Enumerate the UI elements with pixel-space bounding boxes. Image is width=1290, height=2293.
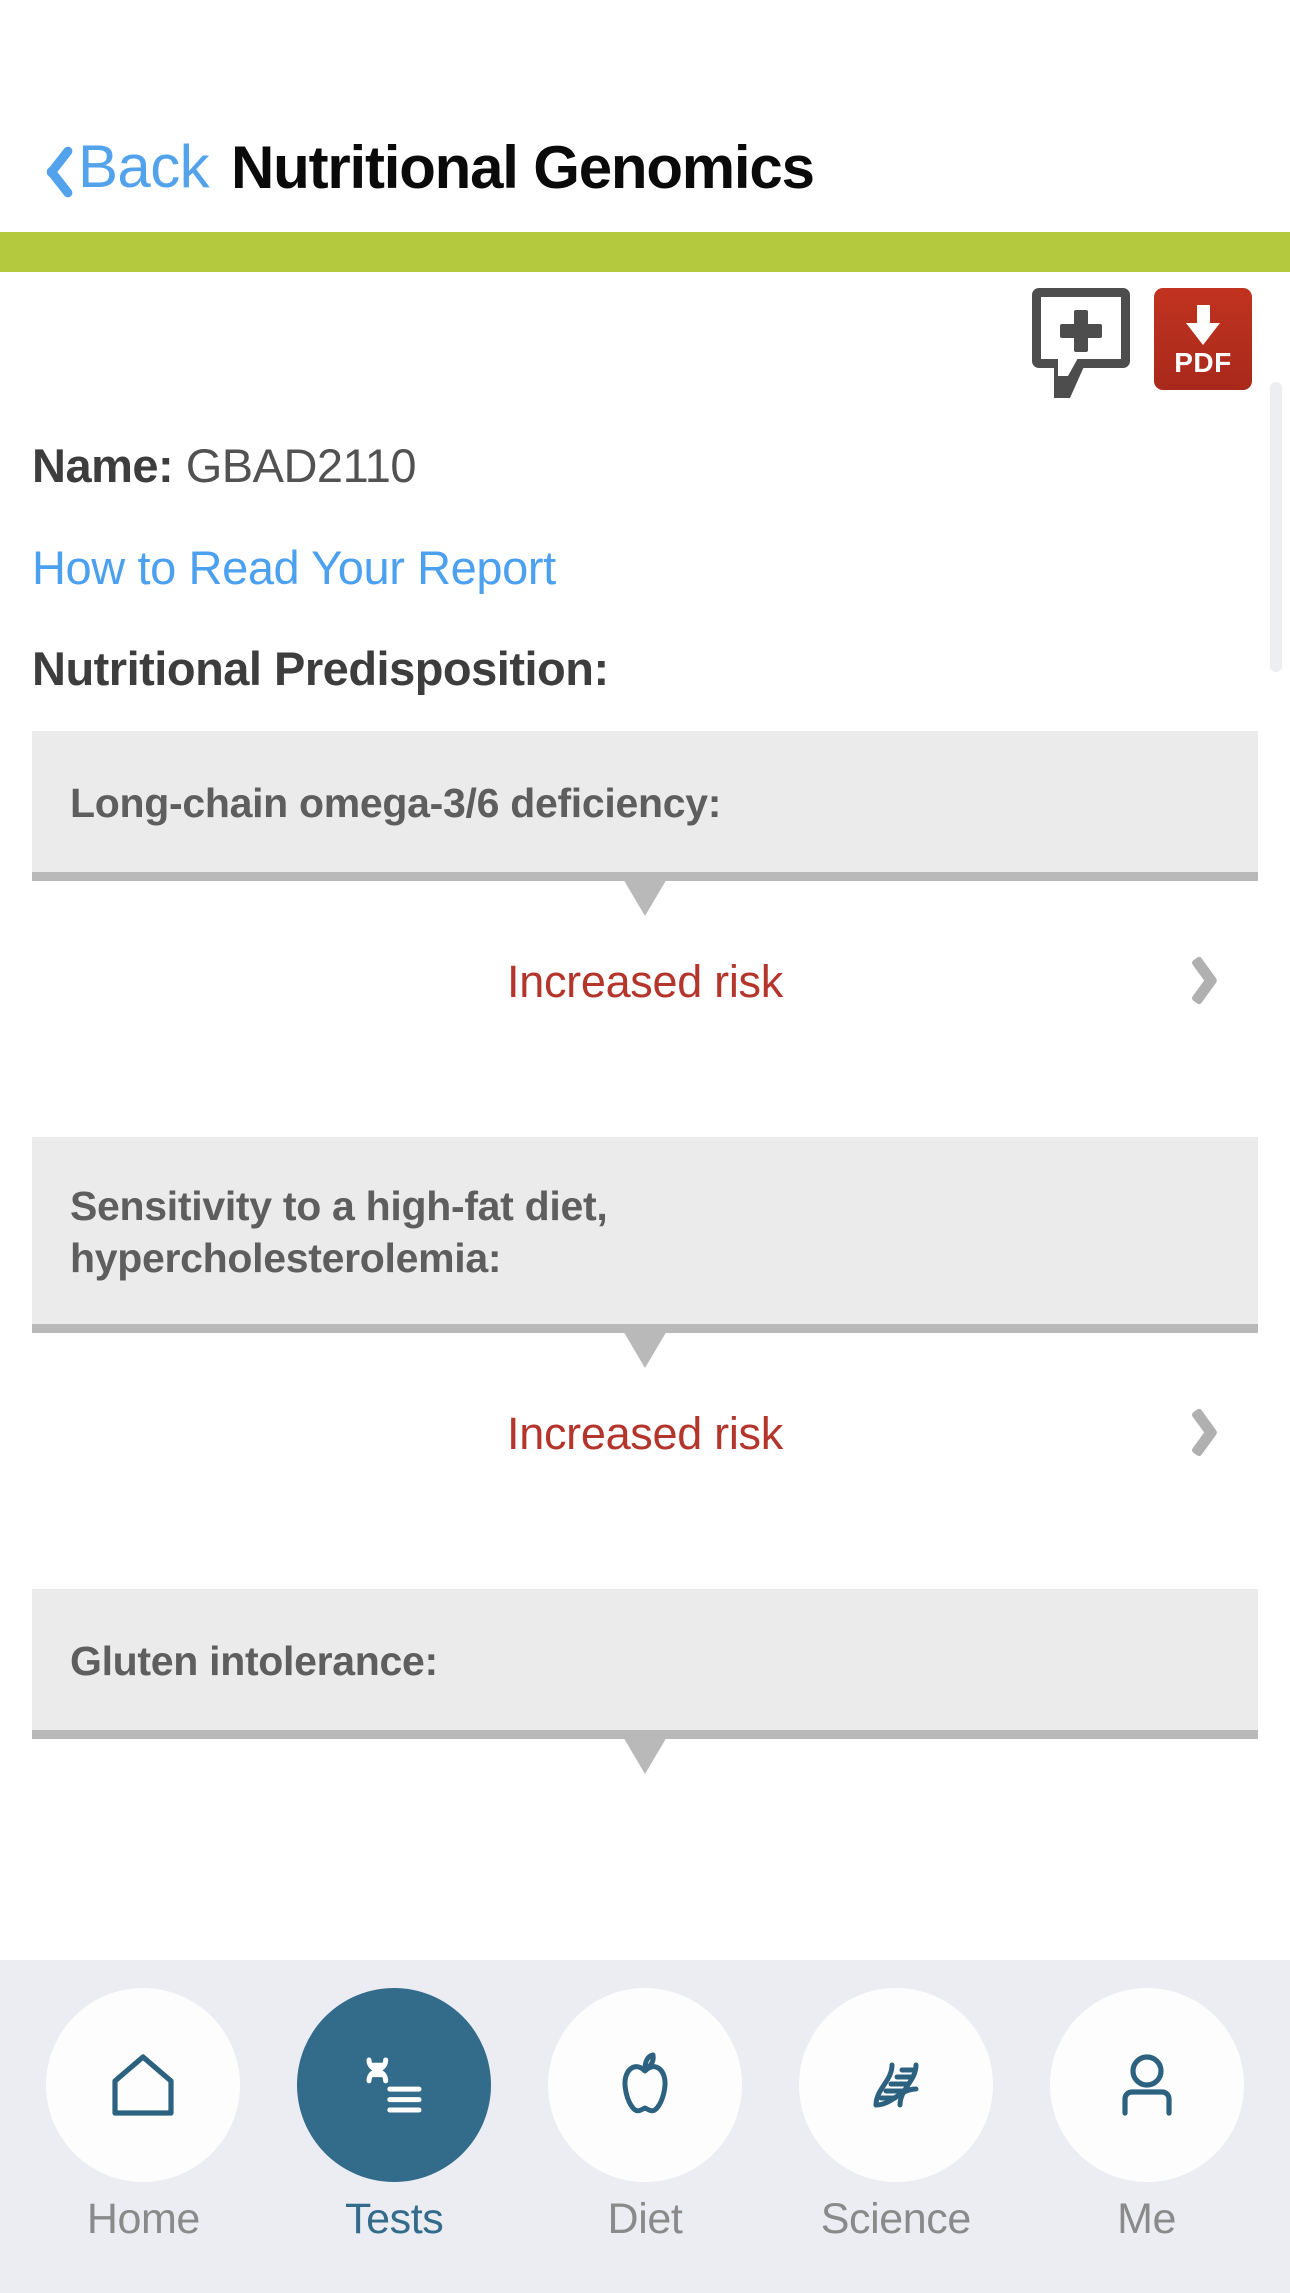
how-to-read-report-link[interactable]: How to Read Your Report	[32, 541, 556, 594]
results-list: Long-chain omega-3/6 deficiency: Increas…	[32, 731, 1258, 1939]
tab-me-label: Me	[1117, 2195, 1177, 2243]
back-button-label: Back	[78, 133, 210, 200]
tab-diet-label: Diet	[607, 2195, 683, 2243]
tab-science[interactable]: Science	[796, 1988, 996, 2241]
navigation-bar: Back Nutritional Genomics	[0, 0, 1290, 232]
report-name-label: Name:	[32, 439, 174, 492]
result-condition-card: Long-chain omega-3/6 deficiency:	[32, 731, 1258, 917]
report-name-value: GBAD2110	[185, 439, 417, 492]
back-button[interactable]: Back	[30, 133, 210, 200]
chevron-left-icon	[30, 136, 74, 198]
dna-list-icon	[366, 2057, 422, 2113]
tab-science-circle	[798, 1988, 993, 2182]
tab-home-label: Home	[86, 2195, 201, 2243]
person-icon	[1121, 2054, 1172, 2116]
plus-icon-horizontal	[1060, 324, 1102, 338]
tab-diet[interactable]: Diet	[545, 1988, 745, 2241]
vertical-scrollbar[interactable]	[1270, 382, 1282, 672]
add-note-button[interactable]	[1032, 288, 1130, 398]
result-condition-card: Gluten intolerance:	[32, 1589, 1258, 1775]
tab-home-circle	[46, 1988, 241, 2182]
apple-icon	[622, 2052, 668, 2114]
tab-tests-circle	[297, 1988, 492, 2182]
section-title-nutritional-predisposition: Nutritional Predisposition:	[32, 642, 609, 696]
speech-bubble-tail-inner	[1058, 358, 1078, 376]
chevron-right-icon[interactable]	[1194, 1404, 1234, 1462]
result-item: Sensitivity to a high-fat diet, hypercho…	[32, 1137, 1258, 1533]
tab-me-circle	[1049, 1988, 1244, 2182]
result-condition-label: Sensitivity to a high-fat diet, hypercho…	[70, 1183, 608, 1281]
result-condition-card: Sensitivity to a high-fat diet, hypercho…	[32, 1137, 1258, 1369]
result-risk-row[interactable]: Increased risk	[32, 1333, 1258, 1533]
page-title: Nutritional Genomics	[231, 134, 815, 201]
chevron-right-icon[interactable]	[1194, 952, 1234, 1010]
result-item: Gluten intolerance:	[32, 1589, 1258, 1939]
result-condition-label: Long-chain omega-3/6 deficiency:	[70, 779, 722, 826]
report-name-row: Name: GBAD2110	[32, 440, 1258, 492]
home-icon	[112, 2054, 174, 2116]
tab-diet-circle	[547, 1988, 742, 2182]
tab-tests[interactable]: Tests	[294, 1988, 494, 2241]
dna-helix-icon	[873, 2062, 919, 2108]
report-actions: PDF	[32, 272, 1258, 398]
download-pdf-button[interactable]: PDF	[1154, 288, 1252, 390]
app-root: Back Nutritional Genomics PDF Name: GBAD…	[0, 0, 1290, 2293]
pdf-button-label: PDF	[1174, 347, 1232, 378]
result-risk-label: Increased risk	[507, 1407, 783, 1459]
bottom-tab-bar: Home Tests Diet Science Me	[0, 1960, 1290, 2293]
accent-bar	[0, 232, 1290, 272]
result-risk-row[interactable]: Increased risk	[32, 881, 1258, 1081]
download-arrow-icon	[1184, 305, 1222, 345]
report-scroll-area[interactable]: PDF Name: GBAD2110 How to Read Your Repo…	[0, 272, 1290, 1960]
result-item: Long-chain omega-3/6 deficiency: Increas…	[32, 731, 1258, 1081]
tab-tests-label: Tests	[345, 2195, 444, 2243]
result-risk-label: Increased risk	[507, 955, 783, 1007]
result-risk-row[interactable]	[32, 1739, 1258, 1939]
result-condition-label: Gluten intolerance:	[70, 1638, 438, 1685]
tab-home[interactable]: Home	[43, 1988, 243, 2241]
tab-science-label: Science	[820, 2195, 972, 2243]
tab-me[interactable]: Me	[1047, 1988, 1247, 2241]
